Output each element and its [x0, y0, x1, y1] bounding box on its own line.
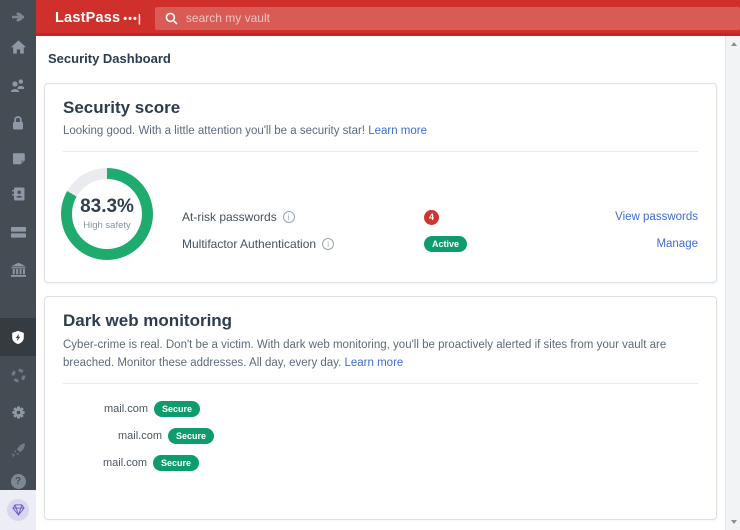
sidebar-premium-strip — [0, 490, 36, 530]
scroll-up-arrow-icon[interactable] — [726, 37, 740, 51]
security-score-donut: 83.3% High safety — [61, 168, 153, 260]
lock-icon[interactable] — [0, 111, 36, 135]
info-icon[interactable]: i — [283, 211, 295, 223]
at-risk-passwords-label: At-risk passwords — [182, 210, 277, 224]
vertical-scrollbar[interactable] — [725, 36, 740, 530]
card-divider — [63, 383, 698, 384]
multifactor-status-badge: Active — [424, 236, 467, 252]
logo-text: LastPass — [55, 10, 120, 26]
advanced-rocket-icon[interactable] — [0, 438, 36, 462]
monitored-address-row: mail.com Secure — [63, 396, 698, 423]
monitored-addresses-list: mail.com Secure mail.com Secure mail.com… — [63, 396, 698, 477]
topbar: LastPass •••| — [36, 0, 740, 36]
monitored-address: mail.com — [118, 430, 162, 442]
app-window: ? LastPass •••| Security Dashboard — [0, 0, 740, 530]
monitored-address: mail.com — [103, 457, 147, 469]
monitored-address: mail.com — [104, 403, 148, 415]
main-area: LastPass •••| Security Dashboard Securit… — [36, 0, 740, 530]
bank-icon[interactable] — [0, 258, 36, 282]
emergency-ring-icon[interactable] — [0, 363, 36, 387]
vault-search — [155, 7, 740, 30]
lastpass-logo[interactable]: LastPass •••| — [36, 10, 142, 26]
at-risk-passwords-row: At-risk passwords i 4 View passwords — [182, 204, 698, 231]
security-score-card: Security score Looking good. With a litt… — [44, 83, 717, 283]
security-score-label: High safety — [83, 220, 131, 231]
security-score-subtitle: Looking good. With a little attention yo… — [63, 125, 365, 137]
at-risk-count-badge: 4 — [424, 210, 439, 225]
security-score-learn-more-link[interactable]: Learn more — [368, 125, 427, 137]
secure-status-badge: Secure — [154, 401, 200, 417]
monitored-address-row: mail.com Secure — [63, 423, 698, 450]
dark-web-monitoring-card: Dark web monitoring Cyber-crime is real.… — [44, 296, 717, 520]
sidebar-item-security-dashboard[interactable] — [0, 318, 36, 356]
multifactor-row: Multifactor Authentication i Active Mana… — [182, 231, 698, 258]
secure-note-icon[interactable] — [0, 146, 36, 170]
sharing-users-icon[interactable] — [0, 73, 36, 97]
secure-status-badge: Secure — [168, 428, 214, 444]
monitored-address-row: mail.com Secure — [63, 450, 698, 477]
secure-status-badge: Secure — [153, 455, 199, 471]
search-input[interactable] — [155, 7, 740, 30]
multifactor-label: Multifactor Authentication — [182, 237, 316, 251]
security-score-percent: 83.3% — [80, 196, 134, 218]
dark-web-title: Dark web monitoring — [63, 311, 698, 331]
security-score-gauge: 83.3% High safety — [61, 168, 182, 260]
info-icon[interactable]: i — [322, 238, 334, 250]
home-icon[interactable] — [0, 35, 36, 59]
content-area: Security Dashboard Security score Lookin… — [36, 36, 740, 530]
sidebar: ? — [0, 0, 36, 530]
settings-gear-icon[interactable] — [0, 400, 36, 424]
manage-link[interactable]: Manage — [656, 238, 698, 250]
security-shield-bolt-icon — [10, 329, 26, 346]
dark-web-learn-more-link[interactable]: Learn more — [344, 357, 403, 369]
security-score-title: Security score — [63, 98, 698, 118]
premium-gem-icon[interactable] — [7, 499, 29, 521]
scroll-down-arrow-icon[interactable] — [726, 515, 740, 529]
collapse-arrow-icon[interactable] — [0, 5, 36, 29]
view-passwords-link[interactable]: View passwords — [615, 211, 698, 223]
payment-card-icon[interactable] — [0, 220, 36, 244]
address-book-icon[interactable] — [0, 182, 36, 206]
logo-dots-mark: •••| — [123, 13, 142, 25]
page-title: Security Dashboard — [48, 51, 717, 66]
